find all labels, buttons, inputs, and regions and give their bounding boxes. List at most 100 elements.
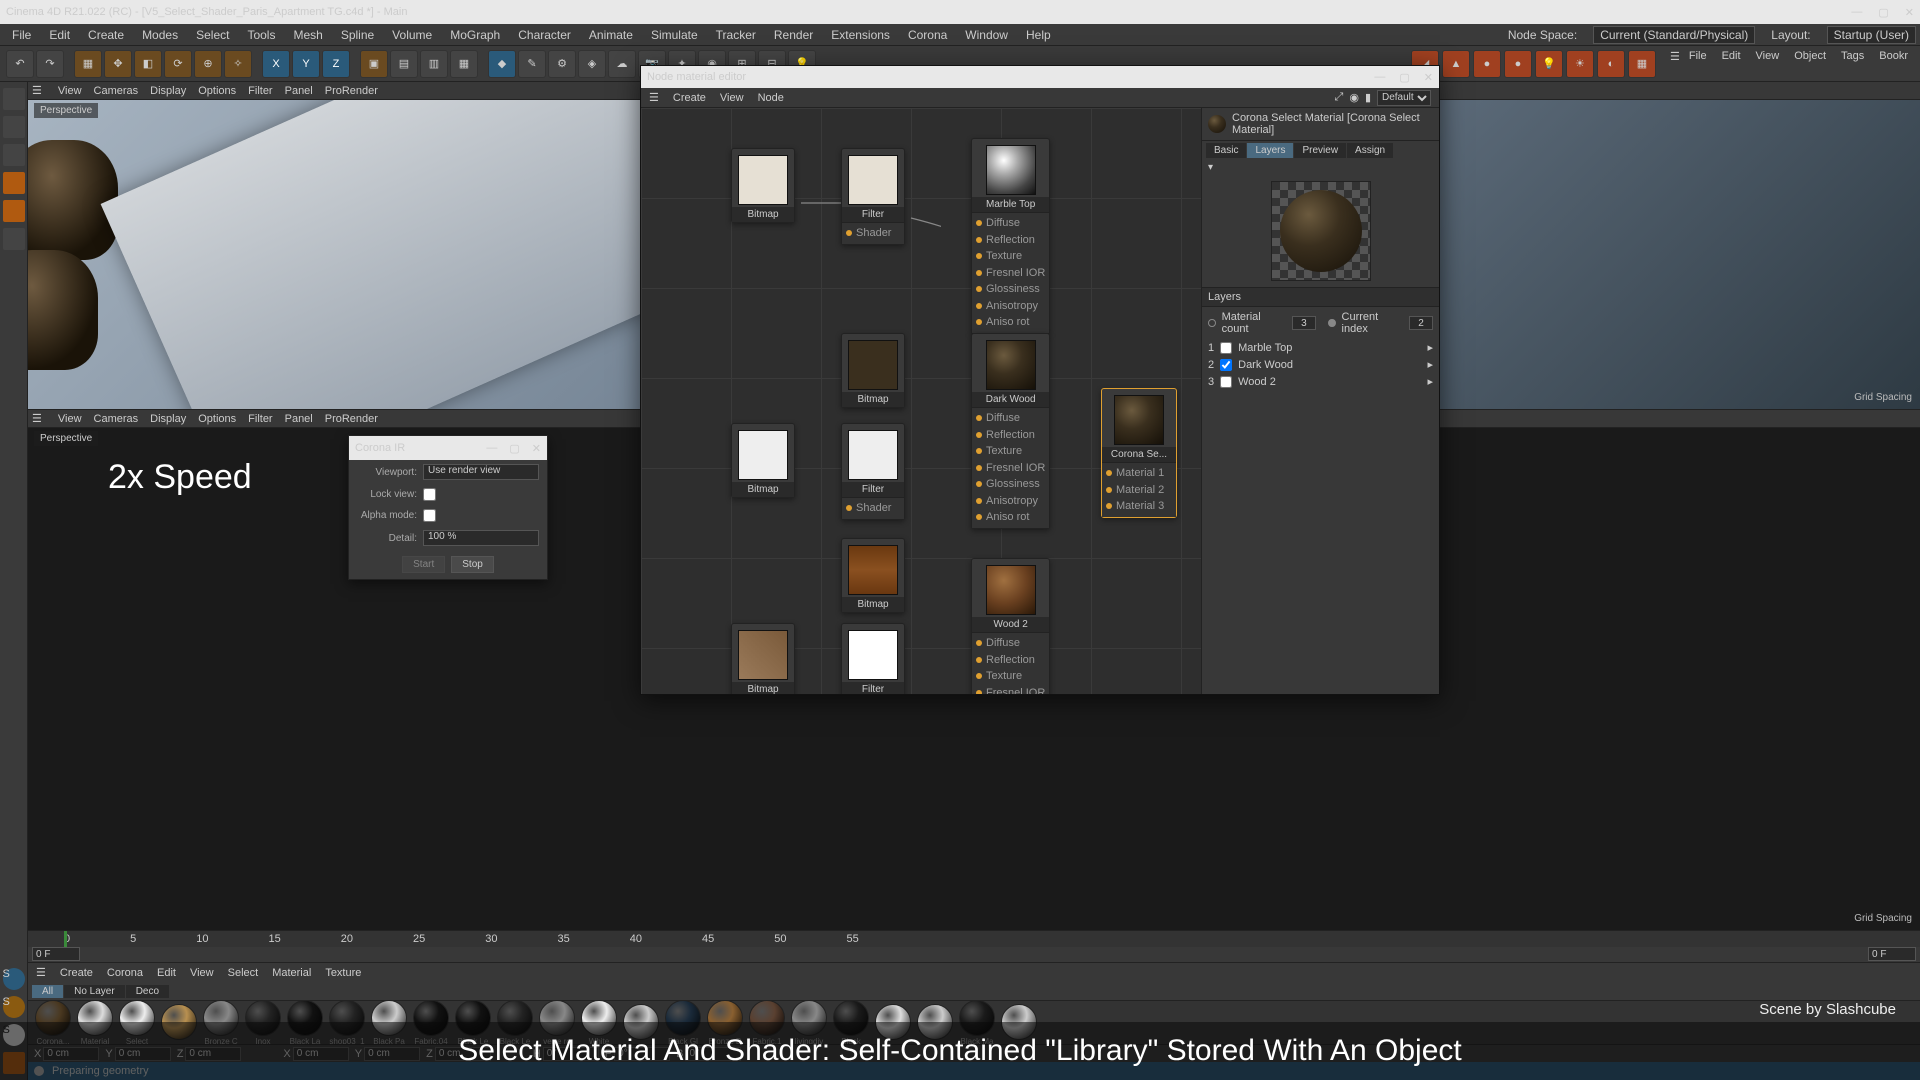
lockview-checkbox[interactable] bbox=[423, 488, 436, 501]
spline-icon[interactable]: ✎ bbox=[518, 50, 546, 78]
minimize-icon[interactable]: — bbox=[1374, 71, 1385, 84]
menu-select[interactable]: Select bbox=[188, 26, 237, 44]
close-icon[interactable]: ✕ bbox=[1905, 6, 1914, 19]
panel-object[interactable]: Object bbox=[1788, 50, 1832, 78]
node-bitmap[interactable]: Bitmap bbox=[841, 538, 905, 613]
workplane-icon[interactable] bbox=[3, 144, 25, 166]
render-settings-icon[interactable]: ▥ bbox=[420, 50, 448, 78]
layer-checkbox[interactable] bbox=[1220, 376, 1232, 388]
menu-character[interactable]: Character bbox=[510, 26, 579, 44]
menu-help[interactable]: Help bbox=[1018, 26, 1059, 44]
vp-menu-panel[interactable]: Panel bbox=[285, 85, 313, 97]
menu-tracker[interactable]: Tracker bbox=[708, 26, 764, 44]
node-port[interactable]: Reflection bbox=[976, 427, 1045, 444]
render-icon[interactable]: ▤ bbox=[390, 50, 418, 78]
edge-mode-icon[interactable] bbox=[3, 200, 25, 222]
layer-checkbox[interactable] bbox=[1220, 342, 1232, 354]
y-axis-icon[interactable]: Y bbox=[292, 50, 320, 78]
panel-view[interactable]: View bbox=[1750, 50, 1786, 78]
panel-tags[interactable]: Tags bbox=[1835, 50, 1870, 78]
nav-icon[interactable]: ▮ bbox=[1365, 91, 1371, 104]
layout-dropdown[interactable]: Startup (User) bbox=[1827, 26, 1916, 44]
vp-menu-view[interactable]: View bbox=[58, 413, 82, 425]
vp-menu-cameras[interactable]: Cameras bbox=[94, 413, 139, 425]
point-mode-icon[interactable] bbox=[3, 172, 25, 194]
arrow-icon[interactable]: ▸ bbox=[1427, 358, 1433, 371]
tab-basic[interactable]: Basic bbox=[1206, 143, 1246, 158]
timeline[interactable]: 0 5 10 15 20 25 30 35 40 45 50 55 bbox=[28, 930, 1920, 962]
tab-layers[interactable]: Layers bbox=[1247, 143, 1293, 158]
ne-menu-create[interactable]: Create bbox=[673, 92, 706, 104]
radio-icon[interactable] bbox=[1208, 319, 1216, 327]
panel-bookmarks[interactable]: Bookr bbox=[1873, 50, 1914, 78]
node-bitmap[interactable]: Bitmap bbox=[841, 333, 905, 408]
vp-menu-options[interactable]: Options bbox=[198, 85, 236, 97]
menu-spline[interactable]: Spline bbox=[333, 26, 382, 44]
mat-menu-texture[interactable]: Texture bbox=[325, 967, 361, 979]
frame-start-input[interactable] bbox=[32, 947, 80, 961]
cube-icon[interactable]: ▣ bbox=[360, 50, 388, 78]
node-port[interactable]: Diffuse bbox=[976, 410, 1045, 427]
menu-animate[interactable]: Animate bbox=[581, 26, 641, 44]
node-marble-top[interactable]: Marble TopDiffuseReflectionTextureFresne… bbox=[971, 138, 1050, 334]
mat-menu-material[interactable]: Material bbox=[272, 967, 311, 979]
layer-row[interactable]: 3 Wood 2 ▸ bbox=[1202, 373, 1439, 390]
mat-menu-select[interactable]: Select bbox=[228, 967, 259, 979]
vp-menu-panel[interactable]: Panel bbox=[285, 413, 313, 425]
menu-simulate[interactable]: Simulate bbox=[643, 26, 706, 44]
mat-menu-create[interactable]: Create bbox=[60, 967, 93, 979]
minimize-icon[interactable]: — bbox=[486, 442, 497, 455]
alpha-checkbox[interactable] bbox=[423, 509, 436, 522]
node-corona-select[interactable]: Corona Se...Material 1Material 2Material… bbox=[1101, 388, 1177, 518]
maximize-icon[interactable]: ▢ bbox=[509, 442, 519, 455]
mat-menu-corona[interactable]: Corona bbox=[107, 967, 143, 979]
menu-tools[interactable]: Tools bbox=[239, 26, 283, 44]
ne-menu-view[interactable]: View bbox=[720, 92, 744, 104]
undo-icon[interactable]: ↶ bbox=[6, 50, 34, 78]
vp-menu-display[interactable]: Display bbox=[150, 85, 186, 97]
snap-icon[interactable]: S bbox=[3, 996, 25, 1018]
panel-edit[interactable]: Edit bbox=[1716, 50, 1747, 78]
tool-icon[interactable]: ✧ bbox=[224, 50, 252, 78]
picture-viewer-icon[interactable]: ▦ bbox=[450, 50, 478, 78]
node-port[interactable]: Fresnel IOR bbox=[976, 265, 1045, 282]
menu-render[interactable]: Render bbox=[766, 26, 821, 44]
corona-tool-icon[interactable]: ☀ bbox=[1566, 50, 1594, 78]
mat-tab-all[interactable]: All bbox=[32, 985, 63, 998]
current-index-input[interactable] bbox=[1409, 316, 1433, 330]
start-button[interactable]: Start bbox=[402, 556, 445, 573]
node-filter[interactable]: FilterShader bbox=[841, 623, 905, 694]
node-port[interactable]: Diffuse bbox=[976, 635, 1045, 652]
vp-menu-view[interactable]: View bbox=[58, 85, 82, 97]
menu-hamburger-icon[interactable]: ☰ bbox=[1670, 50, 1680, 78]
scale-tool-icon[interactable]: ◧ bbox=[134, 50, 162, 78]
node-wood2[interactable]: Wood 2DiffuseReflectionTextureFresnel IO… bbox=[971, 558, 1050, 694]
corona-tool-icon[interactable]: 💡 bbox=[1535, 50, 1563, 78]
model-mode-icon[interactable] bbox=[3, 88, 25, 110]
panel-file[interactable]: File bbox=[1683, 50, 1713, 78]
tab-preview[interactable]: Preview bbox=[1294, 143, 1346, 158]
vp-menu-options[interactable]: Options bbox=[198, 413, 236, 425]
nav-icon[interactable]: ⤢ bbox=[1335, 91, 1344, 104]
minimize-icon[interactable]: — bbox=[1851, 6, 1862, 19]
ne-menu-node[interactable]: Node bbox=[758, 92, 784, 104]
z-axis-icon[interactable]: Z bbox=[322, 50, 350, 78]
node-bitmap[interactable]: Bitmap bbox=[731, 423, 795, 498]
node-port[interactable]: Anisotropy bbox=[976, 298, 1045, 315]
corona-tool-icon[interactable]: ● bbox=[1504, 50, 1532, 78]
select-tool-icon[interactable]: ▦ bbox=[74, 50, 102, 78]
mat-tab-nolayer[interactable]: No Layer bbox=[64, 985, 125, 998]
node-port[interactable]: Glossiness bbox=[976, 476, 1045, 493]
vp-menu-cameras[interactable]: Cameras bbox=[94, 85, 139, 97]
node-port[interactable]: Anisotropy bbox=[976, 493, 1045, 510]
layer-row[interactable]: 2 Dark Wood ▸ bbox=[1202, 356, 1439, 373]
viewport-dropdown[interactable]: Use render view bbox=[423, 464, 539, 480]
menu-window[interactable]: Window bbox=[957, 26, 1016, 44]
snap-icon[interactable]: S bbox=[3, 968, 25, 990]
mat-menu-edit[interactable]: Edit bbox=[157, 967, 176, 979]
arrow-icon[interactable]: ▸ bbox=[1427, 341, 1433, 354]
preset-dropdown[interactable]: Default bbox=[1377, 90, 1431, 106]
texture-mode-icon[interactable] bbox=[3, 116, 25, 138]
menu-extensions[interactable]: Extensions bbox=[823, 26, 898, 44]
menu-modes[interactable]: Modes bbox=[134, 26, 186, 44]
